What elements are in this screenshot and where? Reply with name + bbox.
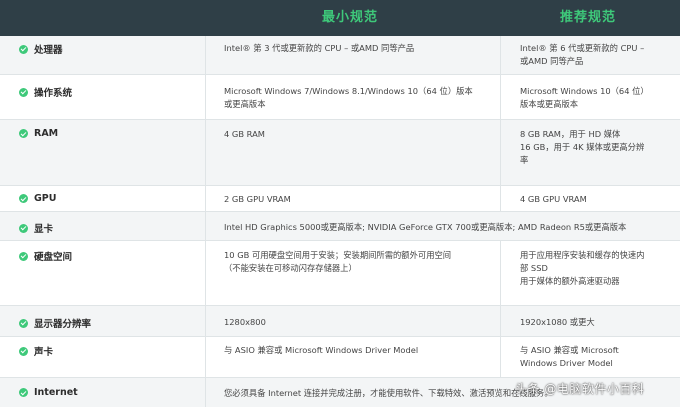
column-divider	[500, 241, 501, 377]
row-label-text: 处理器	[34, 45, 63, 56]
check-icon	[19, 44, 28, 54]
table-row-gpu: GPU 2 GB GPU VRAM 4 GB GPU VRAM	[0, 186, 680, 211]
cell-recommended: 8 GB RAM，用于 HD 媒体 16 GB，用于 4K 媒体或更高分辨 率	[520, 129, 645, 165]
check-icon	[19, 318, 28, 328]
cell-minimum: 4 GB RAM	[224, 129, 265, 139]
row-label-text: Internet	[34, 387, 78, 398]
row-label-text: 显卡	[34, 224, 54, 235]
row-label-text: 硬盘空间	[34, 252, 73, 263]
table-row-sound-card: 声卡 与 ASIO 兼容或 Microsoft Windows Driver M…	[0, 337, 680, 377]
row-label: 显卡	[19, 221, 53, 235]
system-requirements-table: 最小规范 推荐规范 处理器 Intel® 第 3 代或更新款的 CPU – 或A…	[0, 0, 680, 407]
row-label: 硬盘空间	[19, 249, 72, 263]
column-divider	[500, 36, 501, 212]
row-label: RAM	[19, 128, 58, 139]
table-row-disk: 硬盘空间 10 GB 可用硬盘空间用于安装；安装期间所需的额外可用空间 （不能安…	[0, 241, 680, 305]
cell-recommended: 4 GB GPU VRAM	[520, 194, 587, 204]
row-label: 显示器分辨率	[19, 316, 91, 330]
row-label: Internet	[19, 387, 78, 398]
check-icon	[19, 223, 28, 233]
row-label: 操作系统	[19, 85, 72, 99]
row-label-text: 显示器分辨率	[34, 319, 92, 330]
table-row-graphics-card: 显卡 Intel HD Graphics 5000或更高版本; NVIDIA G…	[0, 212, 680, 240]
table-row-resolution: 显示器分辨率 1280x800 1920x1080 或更大	[0, 306, 680, 336]
row-label: 声卡	[19, 344, 53, 358]
check-icon	[19, 388, 28, 397]
check-icon	[19, 129, 28, 138]
table-row-os: 操作系统 Microsoft Windows 7/Windows 8.1/Win…	[0, 75, 680, 119]
table-row-ram: RAM 4 GB RAM 8 GB RAM，用于 HD 媒体 16 GB，用于 …	[0, 120, 680, 185]
cell-recommended: 用于应用程序安装和缓存的快速内 部 SSD 用于媒体的额外高速驱动器	[520, 250, 645, 286]
header-recommended: 推荐规范	[560, 10, 617, 25]
cell-recommended: Intel® 第 6 代或更新款的 CPU – 或AMD 同等产品	[520, 43, 645, 66]
check-icon	[19, 87, 28, 97]
cell-minimum: Microsoft Windows 7/Windows 8.1/Windows …	[224, 86, 473, 109]
cell-minimum: Intel® 第 3 代或更新款的 CPU – 或AMD 同等产品	[224, 43, 415, 53]
row-label-text: RAM	[34, 128, 59, 139]
cell-recommended: 与 ASIO 兼容或 Microsoft Windows Driver Mode…	[520, 345, 619, 368]
cell-recommended: 1920x1080 或更大	[520, 317, 595, 327]
check-icon	[19, 194, 28, 203]
cell-spanning: Intel HD Graphics 5000或更高版本; NVIDIA GeFo…	[224, 222, 627, 232]
row-label-text: GPU	[34, 193, 57, 204]
row-label: GPU	[19, 193, 56, 204]
row-label-text: 声卡	[34, 347, 54, 358]
table-header: 最小规范 推荐规范	[0, 0, 680, 36]
cell-minimum: 1280x800	[224, 317, 266, 327]
cell-minimum: 10 GB 可用硬盘空间用于安装；安装期间所需的额外可用空间 （不能安装在可移动…	[224, 250, 452, 273]
cell-minimum: 与 ASIO 兼容或 Microsoft Windows Driver Mode…	[224, 345, 419, 355]
header-minimum: 最小规范	[322, 10, 379, 25]
watermark: 头条 @电脑软件小百科	[515, 382, 645, 396]
table-row-cpu: 处理器 Intel® 第 3 代或更新款的 CPU – 或AMD 同等产品 In…	[0, 36, 680, 74]
row-label-text: 操作系统	[34, 88, 73, 99]
check-icon	[19, 346, 28, 356]
column-divider	[205, 36, 206, 407]
cell-minimum: 2 GB GPU VRAM	[224, 194, 291, 204]
check-icon	[19, 251, 28, 261]
row-label: 处理器	[19, 42, 63, 56]
cell-recommended: Microsoft Windows 10（64 位） 版本或更高版本	[520, 86, 649, 109]
